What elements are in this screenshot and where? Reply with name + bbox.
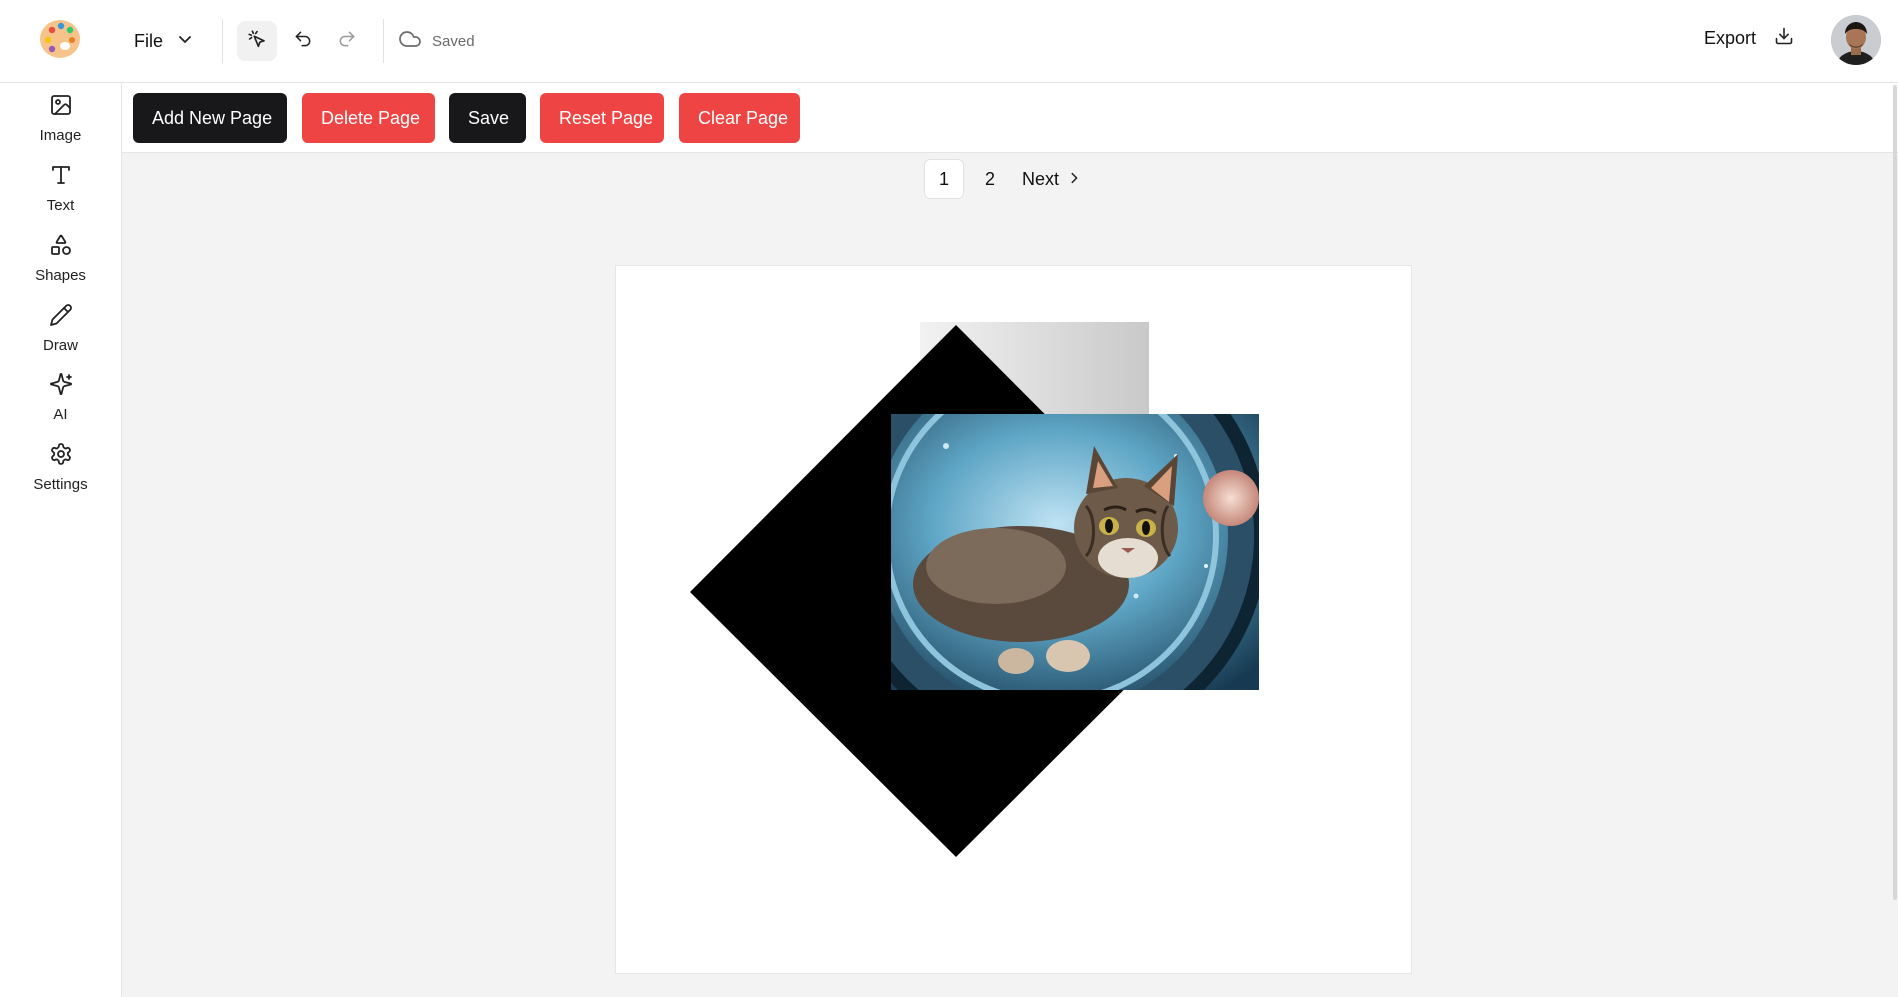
vertical-scrollbar[interactable] xyxy=(1893,85,1897,900)
chevron-down-icon xyxy=(177,31,193,52)
export-button[interactable]: Export xyxy=(1704,26,1794,51)
sidebar-item-text[interactable]: Text xyxy=(0,155,121,217)
gear-icon xyxy=(47,440,75,468)
sidebar-item-image[interactable]: Image xyxy=(0,85,121,147)
sidebar-item-ai[interactable]: AI xyxy=(0,364,121,426)
sidebar-item-label: Draw xyxy=(42,337,78,354)
sidebar-item-settings[interactable]: Settings xyxy=(0,434,121,496)
next-label: Next xyxy=(1022,168,1060,189)
save-button[interactable]: Save xyxy=(449,93,526,143)
sidebar-item-label: AI xyxy=(53,406,68,423)
page-button-2[interactable]: 2 xyxy=(970,159,1010,199)
editor-app: File Saved Export Image Text Shapes Draw… xyxy=(0,0,1898,997)
header-divider xyxy=(222,19,223,63)
page-button-1[interactable]: 1 xyxy=(924,159,964,199)
pencil-icon xyxy=(47,301,75,329)
download-icon xyxy=(1774,26,1794,51)
pagination: 1 2 Next xyxy=(924,159,1081,199)
file-menu-label: File xyxy=(134,30,164,51)
save-status: Saved xyxy=(398,27,475,55)
sidebar-item-shapes[interactable]: Shapes xyxy=(0,225,121,287)
save-status-label: Saved xyxy=(432,32,475,50)
left-sidebar: Image Text Shapes Draw AI Settings xyxy=(0,83,122,997)
reset-page-button[interactable]: Reset Page xyxy=(540,93,664,143)
sparkles-icon xyxy=(47,370,75,398)
sidebar-item-label: Settings xyxy=(33,476,88,493)
top-header: File Saved Export xyxy=(0,0,1898,83)
palette-logo-icon[interactable] xyxy=(38,17,82,61)
next-page-button[interactable]: Next xyxy=(1022,169,1081,190)
pointer-click-icon xyxy=(246,28,268,55)
undo-button[interactable] xyxy=(283,21,323,61)
image-icon xyxy=(47,91,75,119)
delete-page-button[interactable]: Delete Page xyxy=(302,93,435,143)
avatar[interactable] xyxy=(1831,15,1881,65)
sidebar-item-label: Image xyxy=(39,127,82,144)
design-canvas[interactable] xyxy=(615,265,1412,974)
redo-button[interactable] xyxy=(327,21,367,61)
redo-icon xyxy=(337,29,357,54)
cloud-icon xyxy=(398,27,422,55)
sidebar-item-label: Shapes xyxy=(35,267,86,284)
file-menu[interactable]: File xyxy=(134,26,193,56)
text-icon xyxy=(47,161,75,189)
select-tool-button[interactable] xyxy=(237,21,277,61)
page-actions-toolbar: Add New Page Delete Page Save Reset Page… xyxy=(122,83,1898,153)
sidebar-item-label: Text xyxy=(46,197,75,214)
chevron-right-icon xyxy=(1067,169,1081,190)
add-new-page-button[interactable]: Add New Page xyxy=(133,93,287,143)
clear-page-button[interactable]: Clear Page xyxy=(679,93,800,143)
undo-icon xyxy=(293,29,313,54)
shapes-icon xyxy=(47,231,75,259)
header-divider xyxy=(383,19,384,63)
export-label: Export xyxy=(1704,28,1757,48)
sidebar-item-draw[interactable]: Draw xyxy=(0,295,121,357)
